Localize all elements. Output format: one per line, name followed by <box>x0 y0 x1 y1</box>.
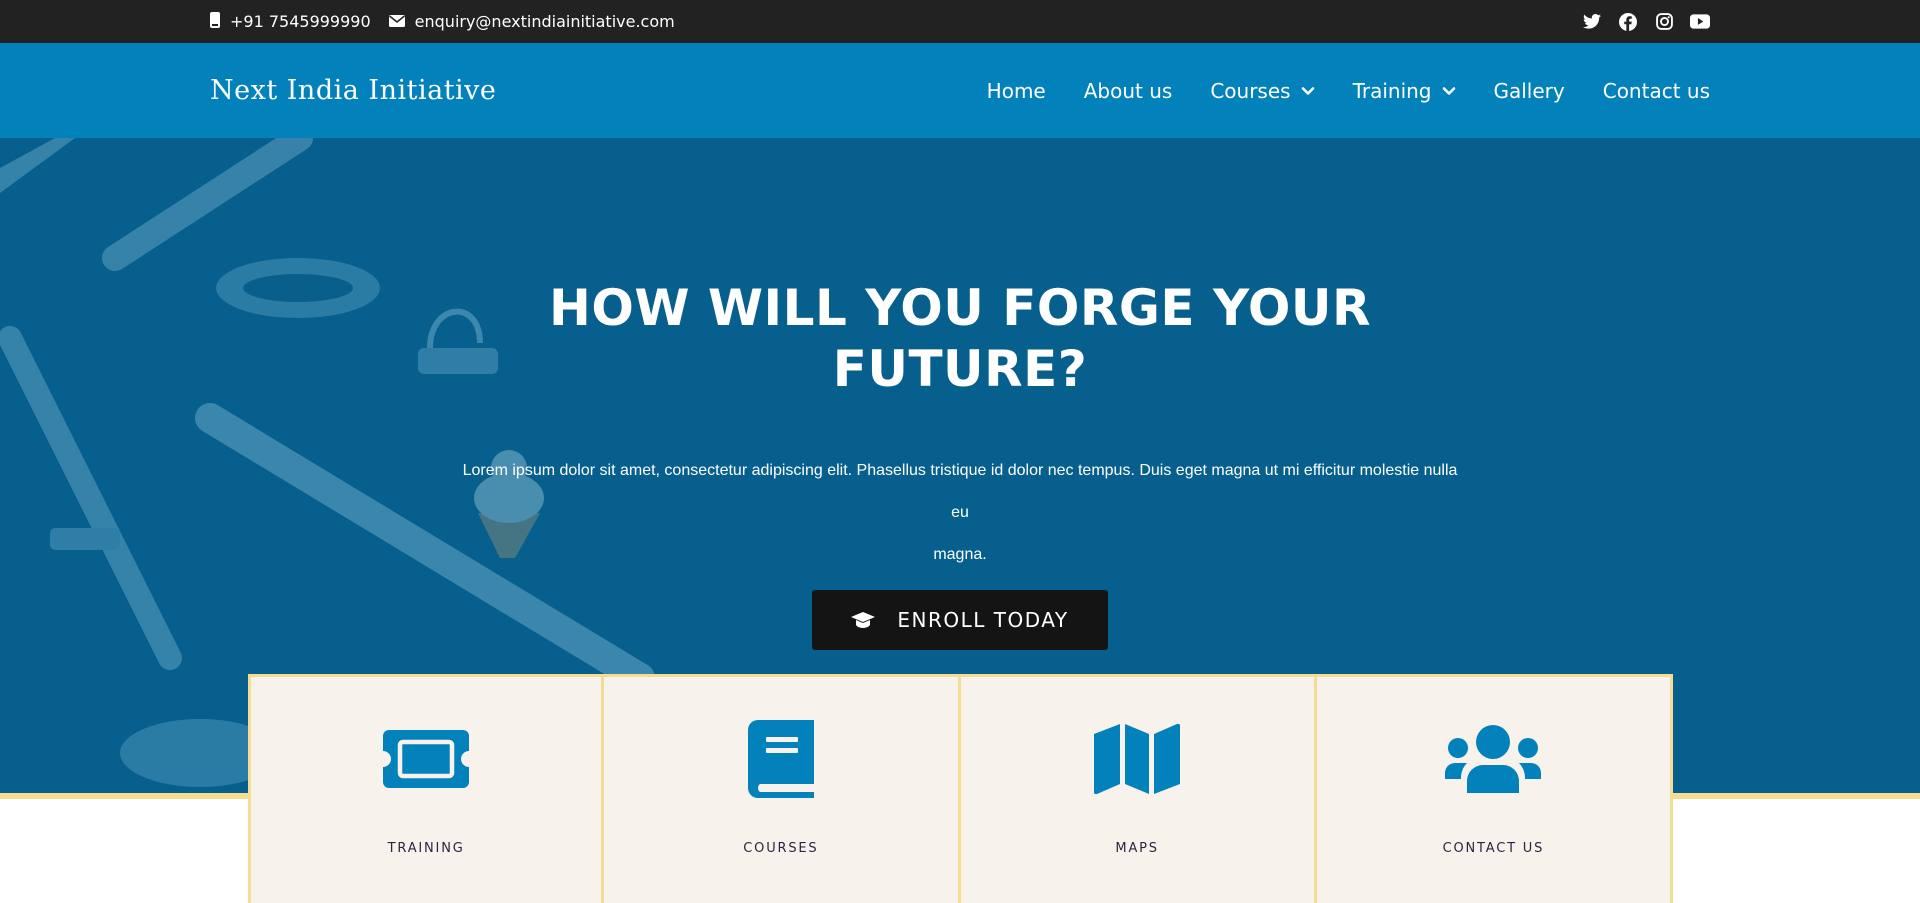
map-icon <box>1094 724 1181 794</box>
envelope-icon <box>388 12 405 31</box>
card-maps[interactable]: MAPS <box>960 674 1317 903</box>
card-maps-label: MAPS <box>1115 841 1159 856</box>
graduation-cap-icon <box>851 612 876 628</box>
contact-info: +91 7545999990 enquiry@nextindiainitiati… <box>210 11 675 32</box>
enroll-button-label: ENROLL TODAY <box>897 608 1069 632</box>
feature-cards: TRAINING COURSES MAPS CONTACT US <box>248 674 1673 903</box>
nav-training-label: Training <box>1352 78 1432 103</box>
nav-courses[interactable]: Courses <box>1210 79 1314 103</box>
hero-text-line-2: magna. <box>933 546 987 563</box>
enroll-today-button[interactable]: ENROLL TODAY <box>812 590 1108 650</box>
main-header: Next India Initiative Home About us Cour… <box>0 43 1920 138</box>
nav-home[interactable]: Home <box>987 79 1046 103</box>
card-courses-label: COURSES <box>743 841 819 856</box>
nav-about-us[interactable]: About us <box>1084 79 1173 103</box>
mobile-phone-icon <box>210 11 220 32</box>
social-links <box>1582 12 1710 32</box>
chevron-down-icon <box>1442 86 1455 95</box>
card-training[interactable]: TRAINING <box>248 674 605 903</box>
card-courses[interactable]: COURSES <box>604 674 961 903</box>
card-contact-label: CONTACT US <box>1442 841 1545 856</box>
nav-about-label: About us <box>1083 78 1173 103</box>
nav-gallery[interactable]: Gallery <box>1494 79 1565 103</box>
phone-number[interactable]: +91 7545999990 <box>230 12 371 31</box>
facebook-icon[interactable] <box>1618 12 1638 32</box>
nav-home-label: Home <box>986 78 1046 103</box>
nav-courses-label: Courses <box>1210 78 1291 103</box>
instagram-icon[interactable] <box>1654 12 1674 32</box>
youtube-icon[interactable] <box>1690 12 1710 32</box>
email-address[interactable]: enquiry@nextindiainitiative.com <box>415 12 675 31</box>
book-icon <box>747 720 814 798</box>
nav-contact-label: Contact us <box>1602 78 1710 103</box>
twitter-icon[interactable] <box>1582 12 1602 32</box>
phone-item[interactable]: +91 7545999990 <box>210 11 371 32</box>
hero-text-line-1: Lorem ipsum dolor sit amet, consectetur … <box>462 462 1458 521</box>
main-nav: Home About us Courses Training Gallery C… <box>987 79 1710 103</box>
card-contact-us[interactable]: CONTACT US <box>1316 674 1673 903</box>
site-logo[interactable]: Next India Initiative <box>210 75 496 106</box>
nav-gallery-label: Gallery <box>1493 78 1565 103</box>
users-icon <box>1445 725 1542 793</box>
top-bar: +91 7545999990 enquiry@nextindiainitiati… <box>0 0 1920 43</box>
hero-title-line-1: HOW WILL YOU FORGE YOUR <box>548 279 1372 337</box>
ticket-icon <box>383 730 470 788</box>
hero-title-line-2: FUTURE? <box>832 340 1088 398</box>
card-training-label: TRAINING <box>387 841 465 856</box>
email-item[interactable]: enquiry@nextindiainitiative.com <box>388 12 675 31</box>
nav-training[interactable]: Training <box>1353 79 1456 103</box>
hero-title: HOW WILL YOU FORGE YOUR FUTURE? <box>460 278 1460 400</box>
hero-description: Lorem ipsum dolor sit amet, consectetur … <box>460 450 1460 576</box>
chevron-down-icon <box>1301 86 1314 95</box>
nav-contact-us[interactable]: Contact us <box>1603 79 1710 103</box>
